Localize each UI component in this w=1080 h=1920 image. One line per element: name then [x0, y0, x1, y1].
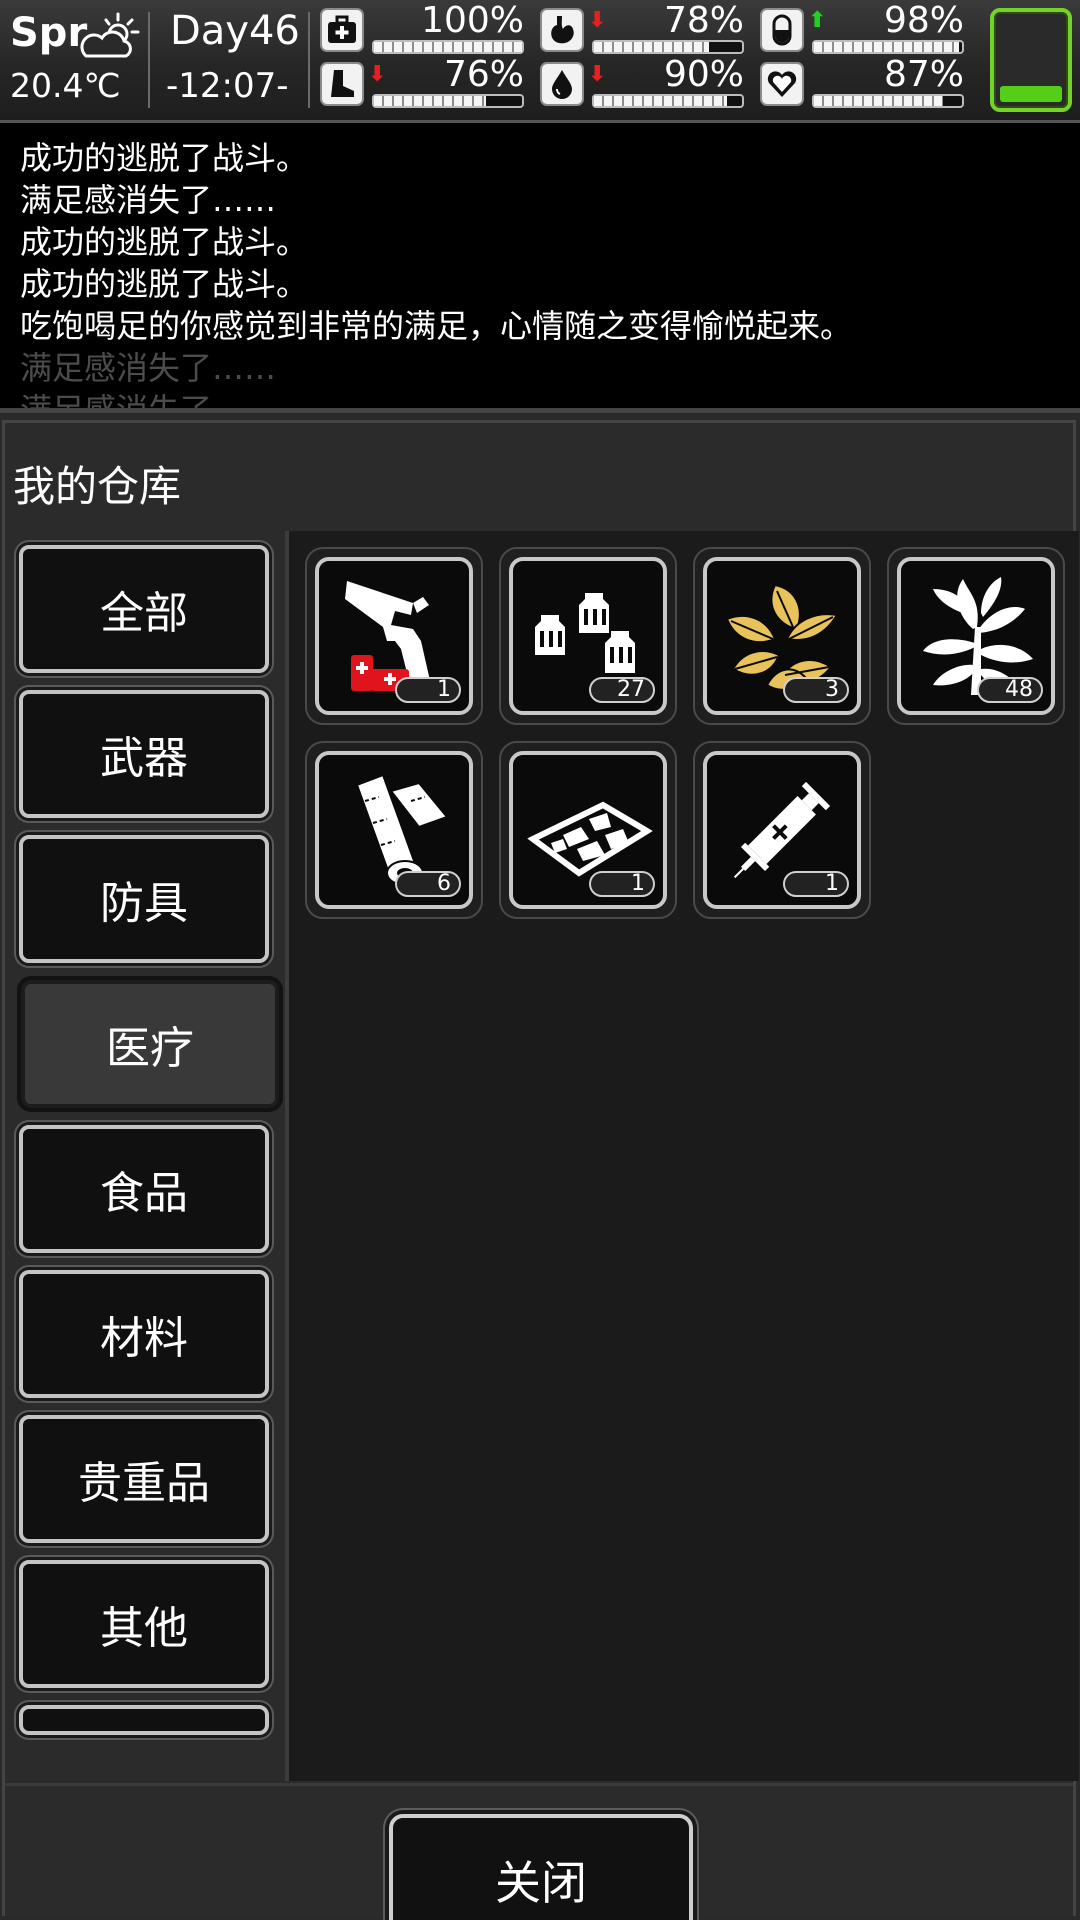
panel-footer: 关闭 [5, 1783, 1073, 1920]
stat-bar [592, 40, 744, 54]
close-button-label: 关闭 [495, 1856, 587, 1910]
stat-stamina: ⬇ 76% [320, 54, 530, 110]
item-slot-herb-plant[interactable]: 48 [887, 547, 1065, 725]
pill-capsule-icon [760, 8, 804, 52]
category-label: 武器 [100, 733, 188, 784]
message-log-lines: 成功的逃脱了战斗。 满足感消失了…… 成功的逃脱了战斗。 成功的逃脱了战斗。 吃饱喝足的… [20, 137, 1060, 413]
log-line: 吃饱喝足的你感觉到非常的满足，心情随之变得愉悦起来。 [20, 307, 853, 345]
category-valuables-button[interactable]: 贵重品 [19, 1415, 269, 1543]
category-materials-button[interactable]: 材料 [19, 1270, 269, 1398]
day-counter: Day46 [170, 8, 300, 54]
item-count-badge: 1 [783, 871, 849, 897]
hud-divider [308, 12, 310, 108]
stat-bar [372, 94, 524, 108]
stat-value: 100% [421, 0, 524, 41]
category-medical-button[interactable]: 医疗 [21, 980, 279, 1108]
trend-down-arrow-icon: ⬇ [368, 62, 387, 87]
category-label: 其他 [100, 1603, 188, 1654]
status-hud: Spr 20.4℃ Day46 -12:07- 100% ⬇ 78% ⬆ 98%… [0, 0, 1080, 123]
close-button[interactable]: 关闭 [389, 1814, 693, 1920]
stat-bar [812, 40, 964, 54]
item-frame: 6 [315, 751, 473, 909]
stat-bar-fill [374, 96, 487, 106]
item-count-badge: 27 [589, 677, 655, 703]
panel-title: 我的仓库 [13, 462, 182, 511]
category-list[interactable]: 全部 武器 防具 医疗 食品 材料 贵重品 其他 [5, 531, 285, 1781]
category-other-button[interactable]: 其他 [19, 1560, 269, 1688]
log-line: 满足感消失了…… [20, 349, 277, 387]
item-frame: 1 [509, 751, 667, 909]
trend-up-arrow-icon: ⬆ [808, 8, 827, 33]
temperature: 20.4℃ [10, 66, 121, 105]
stat-thirst: ⬇ 90% [540, 54, 750, 110]
status-indicator-fill [1000, 86, 1062, 102]
category-label: 医疗 [106, 1023, 194, 1074]
category-label: 材料 [100, 1313, 188, 1364]
partly-cloudy-sun-icon [80, 12, 140, 58]
stat-bar-fill [814, 42, 960, 52]
stomach-icon [540, 8, 584, 52]
stat-health: 100% [320, 0, 530, 56]
stat-hunger: ⬇ 78% [540, 0, 750, 56]
category-armor-button[interactable]: 防具 [19, 835, 269, 963]
item-slot-medicine-vials[interactable]: 27 [499, 547, 677, 725]
game-screen: Spr 20.4℃ Day46 -12:07- 100% ⬇ 78% ⬆ 98%… [0, 0, 1080, 1920]
item-count-badge: 3 [783, 677, 849, 703]
item-slot-flare-gun[interactable]: 1 [305, 547, 483, 725]
category-next-button[interactable] [19, 1705, 269, 1735]
stat-capsule: ⬆ 98% [760, 0, 970, 56]
log-line: 成功的逃脱了战斗。 [20, 223, 309, 261]
category-all-button[interactable]: 全部 [19, 545, 269, 673]
item-slot-bandage[interactable]: 6 [305, 741, 483, 919]
boot-icon [320, 62, 364, 106]
stat-mood: 87% [760, 54, 970, 110]
message-log[interactable]: 成功的逃脱了战斗。 满足感消失了…… 成功的逃脱了战斗。 成功的逃脱了战斗。 吃饱喝足的… [0, 123, 1080, 413]
item-slot-pill-tray[interactable]: 1 [499, 741, 677, 919]
clock: -12:07- [166, 66, 289, 106]
item-count-badge: 1 [395, 677, 461, 703]
first-aid-kit-icon [320, 8, 364, 52]
stat-bar [812, 94, 964, 108]
category-label: 防具 [100, 878, 188, 929]
category-label: 全部 [100, 588, 188, 639]
stat-bar-fill [374, 42, 522, 52]
item-count-badge: 48 [977, 677, 1043, 703]
stat-value: 90% [663, 54, 744, 95]
trend-down-arrow-icon: ⬇ [588, 62, 607, 87]
category-label: 贵重品 [78, 1458, 210, 1509]
category-food-button[interactable]: 食品 [19, 1125, 269, 1253]
stat-bar-fill [594, 42, 710, 52]
stat-value: 98% [883, 0, 964, 41]
item-grid: 1 27 3 48 6 1 1 [285, 531, 1079, 1781]
log-line: 满足感消失了…… [20, 391, 277, 413]
item-count-badge: 6 [395, 871, 461, 897]
item-frame: 27 [509, 557, 667, 715]
item-frame: 1 [315, 557, 473, 715]
category-label: 食品 [100, 1168, 188, 1219]
category-weapons-button[interactable]: 武器 [19, 690, 269, 818]
log-line: 成功的逃脱了战斗。 [20, 265, 309, 303]
stat-bar [372, 40, 524, 54]
item-frame: 1 [703, 751, 861, 909]
status-indicator-box[interactable] [990, 8, 1072, 112]
hud-divider [148, 12, 150, 108]
item-frame: 48 [897, 557, 1055, 715]
trend-down-arrow-icon: ⬇ [588, 8, 607, 33]
water-drop-icon [540, 62, 584, 106]
stat-value: 78% [663, 0, 744, 41]
log-line: 满足感消失了…… [20, 181, 277, 219]
stat-bar-fill [594, 96, 728, 106]
item-slot-golden-herb[interactable]: 3 [693, 547, 871, 725]
stat-value: 87% [883, 54, 964, 95]
warehouse-panel: 我的仓库 全部 武器 防具 医疗 食品 材料 贵重品 其他 1 27 3 48 … [2, 420, 1079, 1920]
item-slot-syringe[interactable]: 1 [693, 741, 871, 919]
item-count-badge: 1 [589, 871, 655, 897]
stat-bar-fill [814, 96, 943, 106]
log-line: 成功的逃脱了战斗。 [20, 139, 309, 177]
stat-value: 76% [443, 54, 524, 95]
heart-icon [760, 62, 804, 106]
stat-bar [592, 94, 744, 108]
item-frame: 3 [703, 557, 861, 715]
